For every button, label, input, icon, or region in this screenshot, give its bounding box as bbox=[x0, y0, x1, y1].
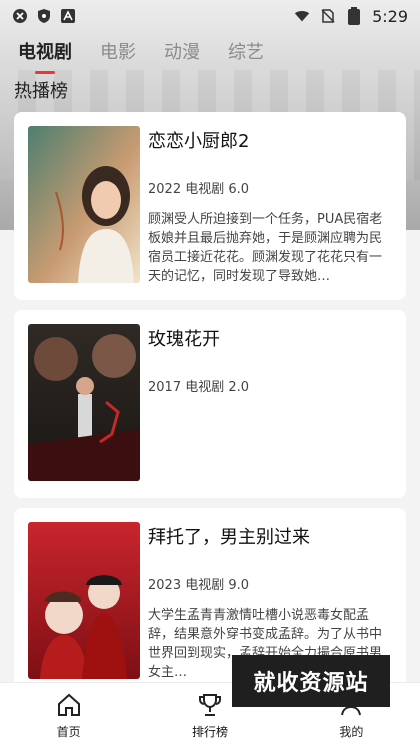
item-meta: 2022 电视剧 6.0 bbox=[148, 182, 250, 197]
item-meta: 2023 电视剧 9.0 bbox=[148, 578, 250, 593]
item-meta: 2017 电视剧 2.0 bbox=[148, 380, 250, 395]
nav-item-home[interactable]: 首页 bbox=[55, 691, 83, 740]
category-tabs: 电视剧 电影 动漫 综艺 bbox=[18, 38, 264, 74]
tab-movies[interactable]: 电影 bbox=[100, 38, 136, 74]
status-time: 5:29 bbox=[372, 6, 408, 26]
a-icon bbox=[60, 8, 76, 24]
close-icon bbox=[12, 8, 28, 24]
list-item[interactable]: 恋恋小厨郎2 2022 电视剧 6.0 顾渊受人所迫接到一个任务，PUA民宿老板… bbox=[14, 112, 406, 300]
tab-anime[interactable]: 动漫 bbox=[164, 38, 200, 74]
nav-label: 我的 bbox=[339, 724, 364, 739]
poster-image bbox=[28, 324, 140, 481]
item-title: 恋恋小厨郎2 bbox=[148, 131, 250, 152]
wifi-icon bbox=[294, 8, 310, 24]
item-title: 玫瑰花开 bbox=[148, 329, 220, 350]
home-icon bbox=[55, 691, 83, 719]
status-bar: 5:29 bbox=[0, 0, 420, 32]
poster-image bbox=[28, 522, 140, 679]
item-title: 拜托了，男主别过来 bbox=[148, 527, 310, 548]
item-description: 顾渊受人所迫接到一个任务，PUA民宿老板娘并且最后抛弃她，于是顾渊应聘为民宿员工… bbox=[148, 212, 383, 284]
nav-label: 首页 bbox=[56, 724, 81, 739]
section-title: 热播榜 bbox=[14, 81, 68, 102]
no-sim-icon bbox=[320, 8, 336, 24]
tab-variety[interactable]: 综艺 bbox=[228, 38, 264, 74]
list-item[interactable]: 玫瑰花开 2017 电视剧 2.0 bbox=[14, 310, 406, 498]
poster-image bbox=[28, 126, 140, 283]
status-right: 5:29 bbox=[294, 7, 408, 26]
shield-icon bbox=[36, 8, 52, 24]
trophy-icon bbox=[196, 691, 224, 719]
nav-item-ranking[interactable]: 排行榜 bbox=[192, 691, 228, 740]
battery-icon bbox=[346, 7, 362, 25]
nav-label: 排行榜 bbox=[191, 724, 228, 739]
status-left-icons bbox=[12, 8, 76, 24]
tab-tv-series[interactable]: 电视剧 bbox=[18, 38, 72, 74]
ranking-list: 恋恋小厨郎2 2022 电视剧 6.0 顾渊受人所迫接到一个任务，PUA民宿老板… bbox=[14, 112, 406, 706]
watermark-banner: 就收资源站 bbox=[232, 655, 390, 707]
